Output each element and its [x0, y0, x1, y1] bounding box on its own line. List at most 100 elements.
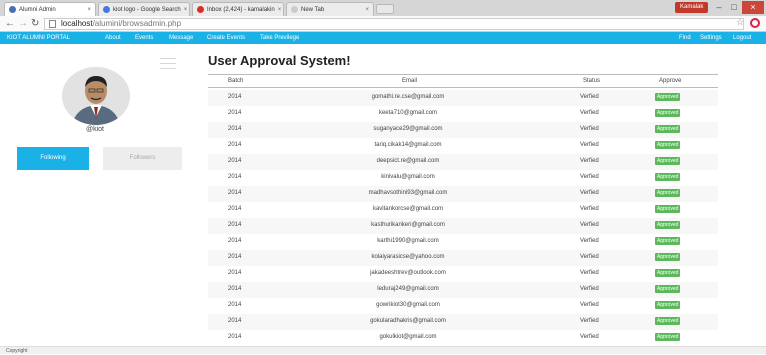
url-input[interactable]: localhost/alumini/browsadmin.php: [44, 18, 744, 30]
email-cell: tariq.cikak14@gmail.com: [374, 142, 442, 148]
tab-close-icon[interactable]: ×: [275, 7, 282, 13]
table-row: 2014 gomathi.re.cse@gmail.com Verfied Appro…: [208, 90, 718, 106]
batch-cell: 2014: [228, 174, 242, 180]
status-cell: Verfied: [580, 142, 599, 148]
tab-close-icon[interactable]: ×: [84, 7, 91, 13]
approved-badge[interactable]: Approved: [655, 93, 681, 101]
batch-cell: 2014: [228, 270, 242, 276]
table-row: 2014 kavitankorcse@gmail.com Verfied Approv…: [208, 202, 718, 218]
hamburger-menu-icon[interactable]: [160, 58, 176, 73]
nav-link-take-previlege[interactable]: Take Previlege: [260, 32, 299, 44]
browser-tab[interactable]: kiot logo - Google Search ×: [98, 2, 190, 16]
app-navbar: KIOT ALUMNI PORTAL About Events Message …: [0, 32, 766, 44]
email-cell: madhavsothini93@gmail.com: [368, 190, 448, 196]
batch-cell: 2014: [228, 206, 242, 212]
email-cell: gowrikiot30@gmail.com: [376, 302, 440, 308]
email-cell: suganyace29@gmail.com: [373, 126, 443, 132]
tab-title: Inbox (2,424) - kamalakin: [207, 6, 275, 13]
following-button[interactable]: Following: [17, 147, 89, 170]
status-cell: Verfied: [580, 302, 599, 308]
table-row: 2014 gokularadhakris@gmail.com Verfied Appr…: [208, 314, 718, 330]
batch-cell: 2014: [228, 318, 242, 324]
url-path: /alumini/browsadmin.php: [92, 19, 182, 28]
bookmark-star-icon[interactable]: ☆: [736, 17, 744, 28]
batch-cell: 2014: [228, 126, 242, 132]
reload-icon[interactable]: ↻: [31, 18, 39, 30]
tab-favicon-icon: [291, 6, 298, 13]
browser-tab-bar: Alumni Admin × kiot logo - Google Search…: [0, 0, 766, 16]
nav-link-logout[interactable]: Logout: [733, 32, 751, 44]
nav-link-events[interactable]: Events: [135, 32, 153, 44]
browser-menu-icon[interactable]: [750, 18, 760, 28]
table-row: 2014 leduraj249@gmail.com Verfied Approved: [208, 282, 718, 298]
email-cell: kolaiyarasicse@yahoo.com: [371, 254, 445, 260]
nav-link-settings[interactable]: Settings: [700, 32, 722, 44]
table-header: Batch Email Status Approve: [208, 74, 718, 88]
header-approve: Approve: [659, 78, 682, 84]
approved-badge[interactable]: Approved: [655, 285, 681, 293]
tab-close-icon[interactable]: ×: [181, 7, 188, 13]
table-row: 2014 jakadeeshtrev@outlook.com Verfied Appr…: [208, 266, 718, 282]
approved-badge[interactable]: Approved: [655, 157, 681, 165]
profile-badge[interactable]: Kamalak: [675, 2, 709, 13]
browser-tab[interactable]: Alumni Admin ×: [4, 2, 96, 16]
nav-link-about[interactable]: About: [105, 32, 121, 44]
header-status: Status: [583, 78, 601, 84]
tab-title: Alumni Admin: [19, 6, 56, 13]
approved-badge[interactable]: Approved: [655, 333, 681, 341]
address-bar-row: ← → ↻ localhost/alumini/browsadmin.php: [0, 16, 766, 32]
status-cell: Verfied: [580, 190, 599, 196]
close-icon[interactable]: ×: [742, 1, 764, 14]
email-cell: keeta710@gmail.com: [378, 110, 438, 116]
nav-link-find[interactable]: Find: [679, 32, 691, 44]
table-row: 2014 kasthurikankeri@gmail.com Verfied Appr…: [208, 218, 718, 234]
status-cell: Verfied: [580, 174, 599, 180]
nav-link-message[interactable]: Message: [169, 32, 193, 44]
approved-badge[interactable]: Approved: [655, 221, 681, 229]
table-row: 2014 karthi1990@gmail.com Verfied Approved: [208, 234, 718, 250]
minimize-icon[interactable]: –: [712, 1, 726, 14]
status-cell: Verfied: [580, 110, 599, 116]
forward-icon[interactable]: →: [18, 18, 28, 30]
table-row: 2014 gokulkiot@gmail.com Verfied Approved: [208, 330, 718, 346]
approved-badge[interactable]: Approved: [655, 317, 681, 325]
followers-button[interactable]: Followers: [103, 147, 182, 170]
batch-cell: 2014: [228, 94, 242, 100]
new-tab-button[interactable]: [376, 4, 394, 14]
maximize-icon[interactable]: □: [727, 1, 741, 14]
avatar: [62, 67, 130, 125]
nav-link-create-events[interactable]: Create Events: [207, 32, 245, 44]
header-batch: Batch: [228, 78, 244, 84]
approved-badge[interactable]: Approved: [655, 301, 681, 309]
table-row: 2014 tariq.cikak14@gmail.com Verfied Approv…: [208, 138, 718, 154]
back-icon[interactable]: ←: [5, 18, 15, 30]
page-icon: [49, 20, 56, 28]
approved-badge[interactable]: Approved: [655, 269, 681, 277]
table-row: 2014 suganyace29@gmail.com Verfied Approved: [208, 122, 718, 138]
approved-badge[interactable]: Approved: [655, 237, 681, 245]
email-cell: gomathi.re.cse@gmail.com: [371, 94, 445, 100]
email-cell: karthi1990@gmail.com: [377, 238, 439, 244]
approved-badge[interactable]: Approved: [655, 173, 681, 181]
browser-tab[interactable]: New Tab ×: [286, 2, 374, 16]
batch-cell: 2014: [228, 190, 242, 196]
nav-brand[interactable]: KIOT ALUMNI PORTAL: [7, 32, 70, 44]
approved-badge[interactable]: Approved: [655, 189, 681, 197]
table-row: 2014 madhavsothini93@gmail.com Verfied Appr…: [208, 186, 718, 202]
footer: Copyright: [0, 346, 766, 354]
browser-tab[interactable]: Inbox (2,424) - kamalakin ×: [192, 2, 284, 16]
status-cell: Verfied: [580, 158, 599, 164]
tab-favicon-icon: [103, 6, 110, 13]
batch-cell: 2014: [228, 254, 242, 260]
approved-badge[interactable]: Approved: [655, 109, 681, 117]
url-host: localhost: [61, 19, 93, 28]
approved-badge[interactable]: Approved: [655, 253, 681, 261]
table-row: 2014 deepsict.re@gmail.com Verfied Approved: [208, 154, 718, 170]
approved-badge[interactable]: Approved: [655, 205, 681, 213]
tab-close-icon[interactable]: ×: [362, 7, 369, 13]
approved-badge[interactable]: Approved: [655, 141, 681, 149]
batch-cell: 2014: [228, 142, 242, 148]
table-row: 2014 kolaiyarasicse@yahoo.com Verfied Appro…: [208, 250, 718, 266]
email-cell: kinivalu@gmail.com: [381, 174, 435, 180]
approved-badge[interactable]: Approved: [655, 125, 681, 133]
